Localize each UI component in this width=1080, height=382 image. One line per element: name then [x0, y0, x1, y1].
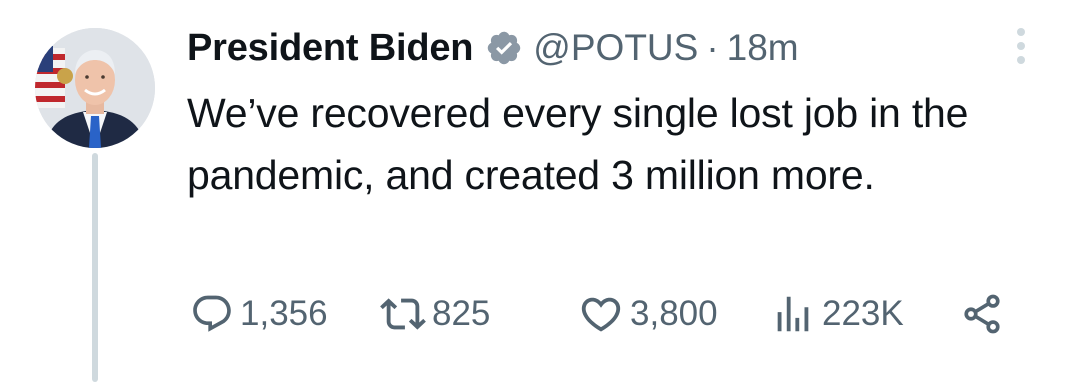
handle[interactable]: @POTUS	[533, 27, 698, 69]
like-button[interactable]: 3,800	[578, 288, 718, 340]
separator-dot: ·	[706, 27, 719, 68]
views-count: 223K	[822, 294, 904, 333]
tweet-header: President Biden @POTUS · 18m	[187, 24, 799, 72]
reply-button[interactable]: 1,356	[190, 288, 328, 340]
retweet-button[interactable]: 825	[380, 288, 490, 340]
share-icon	[964, 294, 1000, 334]
avatar[interactable]	[35, 28, 155, 148]
tweet[interactable]: President Biden @POTUS · 18m We’ve recov…	[0, 0, 1080, 382]
tweet-text: We’ve recovered every single lost job in…	[187, 90, 969, 198]
views-button[interactable]: 223K	[770, 288, 904, 340]
tweet-actions: 1,356 825 3,800 223K	[0, 288, 1080, 340]
views-icon	[777, 296, 809, 332]
heart-icon	[581, 297, 621, 332]
display-name[interactable]: President Biden	[187, 27, 473, 70]
like-count: 3,800	[630, 294, 718, 333]
reply-count: 1,356	[240, 294, 328, 333]
reply-icon	[193, 295, 231, 332]
verified-badge-icon	[485, 29, 523, 67]
thread-line	[92, 153, 98, 382]
avatar-photo-icon	[35, 28, 155, 148]
timestamp[interactable]: 18m	[727, 27, 799, 69]
retweet-icon	[380, 298, 426, 330]
share-button[interactable]	[960, 288, 1004, 340]
more-options-icon[interactable]	[1008, 26, 1034, 66]
retweet-count: 825	[432, 294, 491, 333]
